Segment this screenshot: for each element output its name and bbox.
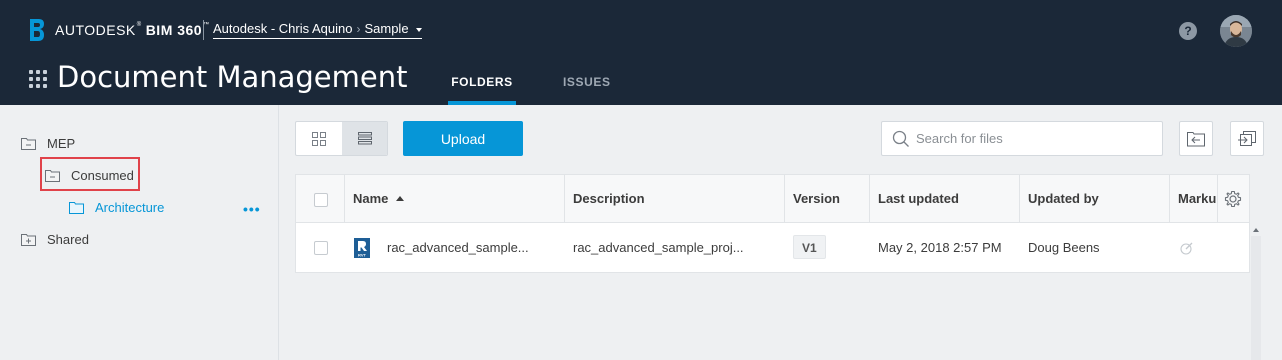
file-name-cell[interactable]: RVT rac_advanced_sample... — [345, 223, 565, 272]
folder-tree: MEP Consumed Architecture ••• Shared — [0, 105, 279, 360]
tree-item-label: Shared — [47, 232, 89, 247]
markup-icon[interactable] — [1180, 241, 1194, 255]
grid-icon — [312, 131, 326, 146]
tree-item-mep[interactable]: MEP — [21, 136, 75, 151]
folder-icon — [69, 201, 84, 214]
tree-item-architecture[interactable]: Architecture — [69, 200, 164, 215]
column-settings-cell — [1218, 175, 1249, 223]
search-box — [881, 121, 1163, 156]
move-to-folder-button[interactable] — [1179, 121, 1213, 156]
file-type-label: RVT — [358, 253, 366, 258]
avatar-photo-icon — [1220, 15, 1252, 47]
tab-issues[interactable]: ISSUES — [563, 75, 611, 105]
bim360-logo-icon — [30, 19, 44, 41]
autodesk-logo[interactable]: AUTODESK® BIM 360™ — [29, 18, 210, 42]
rvt-file-icon: RVT — [354, 238, 370, 258]
gear-icon[interactable] — [1224, 190, 1242, 208]
sort-ascending-icon — [396, 196, 405, 202]
select-all-cell — [296, 175, 345, 223]
app-switcher-icon[interactable] — [29, 70, 47, 88]
column-header-version[interactable]: Version — [785, 175, 870, 223]
logo-registered-mark: ® — [136, 22, 142, 28]
last-updated-cell: May 2, 2018 2:57 PM — [878, 240, 1002, 255]
highlight-box — [40, 157, 140, 191]
row-checkbox[interactable] — [314, 241, 328, 255]
project-name[interactable]: Sample — [364, 21, 408, 36]
tree-item-label: Architecture — [95, 200, 165, 215]
logo-product: BIM 360 — [145, 22, 203, 38]
search-input[interactable] — [916, 131, 1156, 146]
vertical-scrollbar[interactable] — [1251, 236, 1261, 360]
logo-trademark: ™ — [203, 22, 210, 28]
column-header-label: Updated by — [1028, 191, 1099, 206]
version-cell: V1 — [785, 223, 870, 272]
scroll-up-icon[interactable] — [1253, 228, 1259, 232]
column-header-updated-by[interactable]: Updated by — [1020, 175, 1170, 223]
logo-brand: AUTODESK — [55, 22, 136, 38]
column-header-label: Marku — [1178, 191, 1217, 206]
user-avatar[interactable] — [1220, 15, 1252, 47]
top-header: AUTODESK® BIM 360™ Autodesk - Chris Aquin… — [0, 0, 1282, 105]
list-icon — [358, 132, 372, 145]
column-header-label: Description — [573, 191, 645, 206]
description-cell: rac_advanced_sample_proj... — [573, 240, 744, 255]
markup-cell — [1170, 223, 1218, 272]
folder-collapse-icon[interactable] — [21, 137, 36, 150]
column-header-name[interactable]: Name — [345, 175, 565, 223]
column-header-label: Last updated — [878, 191, 959, 206]
project-selector[interactable]: Autodesk - Chris Aquino › Sample — [213, 21, 422, 39]
header-divider — [203, 20, 204, 40]
chevron-right-icon: › — [356, 21, 361, 36]
grid-view-button[interactable] — [296, 122, 342, 155]
upload-button[interactable]: Upload — [403, 121, 523, 156]
updated-by-cell: Doug Beens — [1028, 240, 1100, 255]
folder-move-icon — [1187, 131, 1205, 146]
version-badge[interactable]: V1 — [793, 235, 826, 259]
account-name[interactable]: Autodesk - Chris Aquino — [213, 21, 352, 36]
file-name[interactable]: rac_advanced_sample... — [387, 223, 529, 272]
view-toggle — [295, 121, 388, 156]
column-header-description[interactable]: Description — [565, 175, 785, 223]
tree-item-shared[interactable]: Shared — [21, 232, 89, 247]
column-header-markup[interactable]: Marku — [1170, 175, 1218, 223]
logo-text: AUTODESK® BIM 360™ — [55, 22, 210, 38]
row-select-cell — [296, 223, 345, 272]
app-title: Document Management — [57, 60, 408, 94]
column-header-label: Name — [353, 191, 389, 206]
more-options-icon[interactable]: ••• — [243, 201, 261, 217]
folder-expand-icon[interactable] — [21, 233, 36, 246]
column-header-last-updated[interactable]: Last updated — [870, 175, 1020, 223]
tree-item-label: MEP — [47, 136, 76, 151]
export-icon — [1238, 130, 1256, 146]
list-view-button[interactable] — [342, 122, 387, 155]
active-tab-indicator — [448, 101, 516, 105]
help-icon[interactable]: ? — [1179, 22, 1197, 40]
files-table: Name Description Version Last updated Up… — [295, 174, 1250, 273]
export-button[interactable] — [1230, 121, 1264, 156]
column-header-label: Version — [793, 191, 840, 206]
table-header: Name Description Version Last updated Up… — [296, 175, 1249, 223]
select-all-checkbox[interactable] — [314, 193, 328, 207]
search-icon — [892, 130, 909, 147]
caret-down-icon[interactable] — [415, 27, 422, 32]
